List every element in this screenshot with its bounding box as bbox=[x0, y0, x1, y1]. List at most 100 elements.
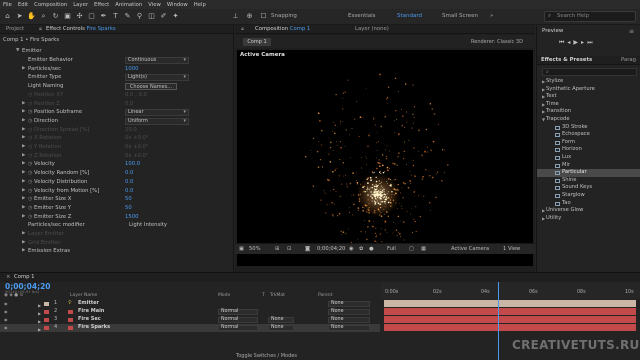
expand-layer-icon[interactable]: ▶ bbox=[38, 310, 43, 316]
label-color-swatch[interactable] bbox=[44, 317, 49, 322]
transparency-grid-icon[interactable]: ▦ bbox=[421, 246, 426, 252]
effect-item-tao[interactable]: Tao bbox=[537, 200, 640, 208]
stopwatch-icon[interactable]: ◷ bbox=[28, 100, 32, 109]
effect-item-3d-stroke[interactable]: 3D Stroke bbox=[537, 124, 640, 132]
layer-name[interactable]: Fire Sec bbox=[78, 316, 101, 324]
layer-name[interactable]: Emitter bbox=[78, 300, 99, 308]
prop-row-emission-extras[interactable]: ▶ Emission Extras bbox=[0, 247, 233, 256]
hand-tool-icon[interactable]: ✋ bbox=[27, 12, 36, 21]
type-tool-icon[interactable]: T bbox=[111, 12, 120, 21]
chevron-right-icon[interactable]: ▶ bbox=[22, 134, 25, 143]
tab-paragraph[interactable]: Parag bbox=[621, 57, 636, 63]
prop-dropdown[interactable]: Continuous bbox=[125, 57, 189, 64]
prop-row-light-naming[interactable]: Light Naming Choose Names... bbox=[0, 82, 233, 91]
grid-icon[interactable]: ⊡ bbox=[287, 246, 291, 252]
tab-project[interactable]: Project bbox=[6, 26, 24, 32]
prop-row-position-xy[interactable]: ◷ Position XY 0.0 , 0.0 bbox=[0, 91, 233, 100]
chevron-right-icon[interactable]: ▶ bbox=[22, 152, 25, 161]
chevron-right-icon[interactable]: ▶ bbox=[22, 117, 25, 126]
prop-row-position-subframe[interactable]: ▶ ◷ Position Subframe Linear bbox=[0, 108, 233, 117]
pen-tool-icon[interactable]: ✒ bbox=[99, 12, 108, 21]
chevron-right-icon[interactable]: ▶ bbox=[22, 239, 25, 248]
effect-category-trapcode[interactable]: ▼ Trapcode bbox=[537, 116, 640, 124]
layer-duration-bar[interactable] bbox=[384, 316, 636, 323]
prop-row-layer-emitter[interactable]: ▶ Layer Emitter bbox=[0, 230, 233, 239]
chevron-right-icon[interactable]: ▶ bbox=[542, 93, 545, 101]
blend-mode-dropdown[interactable]: Normal bbox=[218, 316, 258, 323]
visibility-eye-icon[interactable]: ◉ bbox=[4, 308, 8, 316]
expand-layer-icon[interactable]: ▶ bbox=[38, 318, 43, 324]
chevron-down-icon[interactable]: ▼ bbox=[16, 47, 19, 56]
effect-category-text[interactable]: ▶ Text bbox=[537, 93, 640, 101]
emitter-group[interactable]: ▼ Emitter bbox=[0, 47, 233, 56]
effect-item-horizon[interactable]: Horizon bbox=[537, 146, 640, 154]
always-preview-icon[interactable]: ▣ bbox=[239, 246, 244, 252]
tab-effects-presets[interactable]: Effects & Presets bbox=[541, 57, 592, 63]
tab-comp-1[interactable]: Comp 1 bbox=[14, 274, 35, 280]
prop-value[interactable]: 0x +0.0° bbox=[125, 134, 149, 143]
rotate-tool-icon[interactable]: ↻ bbox=[51, 12, 60, 21]
safe-zones-icon[interactable]: ⊞ bbox=[275, 246, 279, 252]
prop-value[interactable]: 0.0 bbox=[125, 100, 133, 109]
tab-composition[interactable]: Composition Comp 1 bbox=[255, 26, 310, 32]
menu-window[interactable]: Window bbox=[167, 2, 188, 8]
header-t[interactable]: T bbox=[262, 293, 265, 298]
prop-value[interactable]: 0x +0.0° bbox=[125, 152, 149, 161]
layer-name[interactable]: Fire Sparks bbox=[78, 324, 110, 332]
viewer-timecode[interactable]: 0;00;04;20 bbox=[317, 246, 345, 252]
effect-category-synthetic-aperture[interactable]: ▶ Synthetic Aperture bbox=[537, 86, 640, 94]
layer-row[interactable]: ◉ ▶ 2 Fire Main Normal None bbox=[0, 308, 380, 316]
label-color-swatch[interactable] bbox=[44, 325, 49, 330]
header-layer-name[interactable]: Layer Name bbox=[70, 293, 97, 298]
prop-value[interactable]: 20.0 bbox=[125, 126, 137, 135]
menu-help[interactable]: Help bbox=[194, 2, 206, 8]
menu-edit[interactable]: Edit bbox=[18, 2, 28, 8]
selection-tool-icon[interactable]: ➤ bbox=[15, 12, 24, 21]
clone-stamp-tool-icon[interactable]: ⚲ bbox=[135, 12, 144, 21]
effect-category-universe-glow[interactable]: ▶ Universe Glow bbox=[537, 207, 640, 215]
puppet-pin-tool-icon[interactable]: ✦ bbox=[171, 12, 180, 21]
blend-mode-dropdown[interactable]: Normal bbox=[218, 324, 258, 331]
camera-tool-icon[interactable]: ▣ bbox=[63, 12, 72, 21]
last-frame-icon[interactable]: ⏭ bbox=[587, 39, 595, 46]
stopwatch-icon[interactable]: ◷ bbox=[28, 178, 32, 187]
effect-item-sound-keys[interactable]: Sound Keys bbox=[537, 184, 640, 192]
prop-value[interactable]: 0.0 bbox=[125, 187, 133, 196]
effects-search-input[interactable]: ⌕ bbox=[542, 68, 637, 76]
layer-row[interactable]: ◉ ▶ 1 💡︎ Emitter None bbox=[0, 300, 380, 308]
show-snapshot-icon[interactable]: ✿ bbox=[359, 246, 363, 252]
stopwatch-icon[interactable]: ◷ bbox=[28, 152, 32, 161]
choose-names-button[interactable]: Choose Names... bbox=[125, 82, 177, 91]
prop-row-grid-emitter[interactable]: ▶ Grid Emitter bbox=[0, 239, 233, 248]
prop-row-emitter-size-x[interactable]: ▶ ◷ Emitter Size X 50 bbox=[0, 195, 233, 204]
chevron-right-icon[interactable]: ▶ bbox=[542, 108, 545, 116]
camera-view-dropdown[interactable]: Active Camera bbox=[451, 246, 489, 252]
prop-row-velocity-distribution[interactable]: ▶ ◷ Velocity Distribution 0.0 bbox=[0, 178, 233, 187]
pan-behind-tool-icon[interactable]: ✣ bbox=[75, 12, 84, 21]
chevron-right-icon[interactable]: ▶ bbox=[22, 108, 25, 117]
chevron-right-icon[interactable]: ▶ bbox=[22, 247, 25, 256]
local-axis-icon[interactable]: ⊥ bbox=[231, 12, 240, 21]
layer-duration-bar[interactable] bbox=[384, 308, 636, 315]
prop-row-direction-spread[interactable]: ▶ ◷ Direction Spread [%] 20.0 bbox=[0, 126, 233, 135]
layer-row[interactable]: ◉ ▶ 4 Fire Sparks Normal None None bbox=[0, 324, 380, 332]
stopwatch-icon[interactable]: ◷ bbox=[28, 91, 32, 100]
effect-item-starglow[interactable]: Starglow bbox=[537, 192, 640, 200]
effect-category-stylize[interactable]: ▶ Stylize bbox=[537, 78, 640, 86]
chevron-right-icon[interactable]: ▶ bbox=[542, 207, 545, 215]
snapshot-camera-icon[interactable]: ◙ bbox=[305, 246, 310, 252]
chevron-down-icon[interactable]: ▼ bbox=[542, 116, 545, 124]
chevron-right-icon[interactable]: ▶ bbox=[22, 169, 25, 178]
workspace-standard[interactable]: Standard bbox=[397, 13, 422, 19]
prop-value[interactable]: 0.0 bbox=[125, 169, 133, 178]
chevron-right-icon[interactable]: ▶ bbox=[22, 195, 25, 204]
workspace-menu-icon[interactable]: » bbox=[490, 13, 493, 19]
stopwatch-icon[interactable]: ◷ bbox=[28, 117, 32, 126]
layer-row[interactable]: ◉ ▶ 3 Fire Sec Normal None None bbox=[0, 316, 380, 324]
stopwatch-icon[interactable]: ◷ bbox=[28, 169, 32, 178]
expand-layer-icon[interactable]: ▶ bbox=[38, 302, 43, 308]
tab-effect-controls[interactable]: Effect Controls Fire Sparks bbox=[46, 26, 116, 32]
layer-duration-bar[interactable] bbox=[384, 300, 636, 307]
prop-value[interactable]: 0.0 bbox=[125, 178, 133, 187]
roto-brush-tool-icon[interactable]: ✐ bbox=[159, 12, 168, 21]
